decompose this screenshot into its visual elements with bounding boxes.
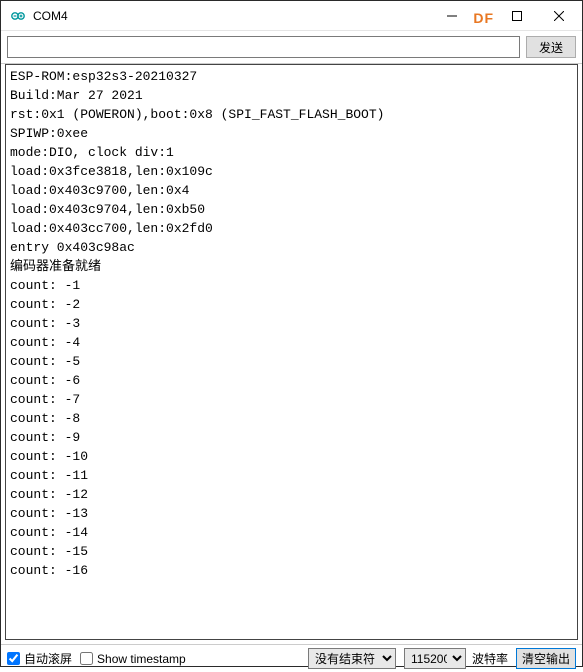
send-button[interactable]: 发送: [526, 36, 576, 58]
send-input[interactable]: [7, 36, 520, 58]
maximize-button[interactable]: [496, 2, 538, 30]
close-button[interactable]: [538, 2, 580, 30]
bottom-bar: 自动滚屏 Show timestamp 没有结束符 115200 波特率 清空输…: [1, 644, 582, 672]
window-title: COM4: [33, 9, 431, 23]
window-controls: DF: [431, 2, 580, 30]
autoscroll-label: 自动滚屏: [24, 650, 72, 667]
minimize-button[interactable]: [431, 2, 473, 30]
titlebar: COM4 DF: [1, 1, 582, 31]
send-bar: 发送: [1, 31, 582, 64]
watermark: DF: [473, 10, 494, 26]
line-ending-select[interactable]: 没有结束符: [308, 648, 396, 669]
console-output-wrap[interactable]: ESP-ROM:esp32s3-20210327 Build:Mar 27 20…: [5, 64, 578, 640]
clear-output-button[interactable]: 清空输出: [516, 648, 576, 669]
timestamp-label: Show timestamp: [97, 652, 186, 666]
autoscroll-input[interactable]: [7, 652, 20, 665]
arduino-icon: [9, 7, 27, 25]
baud-select[interactable]: 115200: [404, 648, 466, 669]
baud-suffix: 波特率: [472, 650, 508, 667]
console-output: ESP-ROM:esp32s3-20210327 Build:Mar 27 20…: [6, 65, 577, 582]
timestamp-checkbox[interactable]: Show timestamp: [80, 652, 186, 666]
autoscroll-checkbox[interactable]: 自动滚屏: [7, 650, 72, 667]
timestamp-input[interactable]: [80, 652, 93, 665]
